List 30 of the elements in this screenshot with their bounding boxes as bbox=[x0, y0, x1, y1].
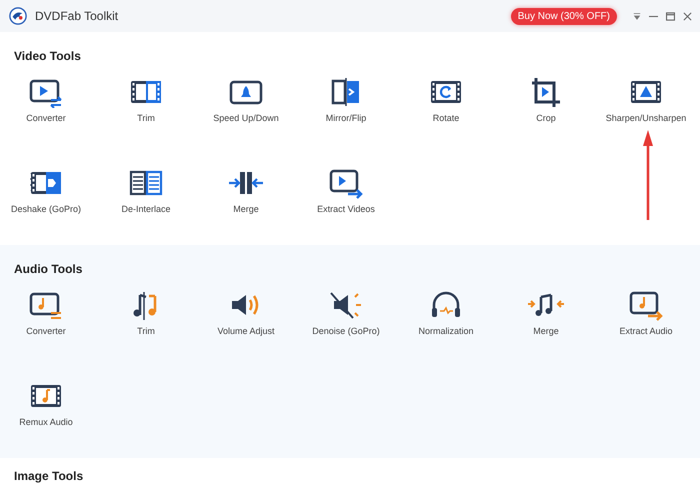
tool-label[interactable]: Denoise (GoPro) bbox=[312, 326, 380, 336]
music-export-icon[interactable] bbox=[628, 289, 664, 321]
tool-label[interactable]: Sharpen/Unsharpen bbox=[606, 113, 686, 123]
tool-label[interactable]: Rotate bbox=[432, 113, 460, 123]
close-icon[interactable] bbox=[683, 12, 692, 20]
tool-label[interactable]: Speed Up/Down bbox=[213, 113, 279, 123]
tool-label[interactable]: Merge bbox=[233, 204, 259, 214]
dropdown-icon[interactable] bbox=[633, 12, 641, 20]
tool-label[interactable]: Normalization bbox=[418, 326, 474, 336]
section-title: Audio Tools bbox=[14, 262, 84, 276]
buy-now-button[interactable]: Buy Now (30% OFF) bbox=[510, 8, 617, 24]
logo-icon bbox=[9, 7, 27, 25]
window-title: DVDFab Toolkit bbox=[35, 9, 118, 23]
tool-label[interactable]: Trim bbox=[137, 113, 155, 123]
tool-label[interactable]: Crop bbox=[536, 113, 556, 123]
tool-label[interactable]: De-Interlace bbox=[121, 204, 171, 214]
tool-label[interactable]: Converter bbox=[26, 326, 66, 336]
maximize-icon[interactable] bbox=[666, 12, 675, 20]
tool-label[interactable]: Deshake (GoPro) bbox=[10, 204, 82, 214]
tool-label[interactable]: Extract Audio bbox=[619, 326, 673, 336]
tool-label[interactable]: Merge bbox=[533, 326, 559, 336]
tool-label[interactable]: Mirror/Flip bbox=[326, 113, 366, 123]
screen-export-icon[interactable] bbox=[328, 167, 364, 199]
tool-label[interactable]: Remux Audio bbox=[19, 417, 73, 427]
tool-label[interactable]: Converter bbox=[26, 113, 66, 123]
tool-label[interactable]: Trim bbox=[137, 326, 155, 336]
tool-label[interactable]: Extract Videos bbox=[317, 204, 375, 214]
section-title: Video Tools bbox=[14, 49, 82, 63]
tool-label[interactable]: Volume Adjust bbox=[217, 326, 275, 336]
section-title: Image Tools bbox=[14, 469, 84, 483]
